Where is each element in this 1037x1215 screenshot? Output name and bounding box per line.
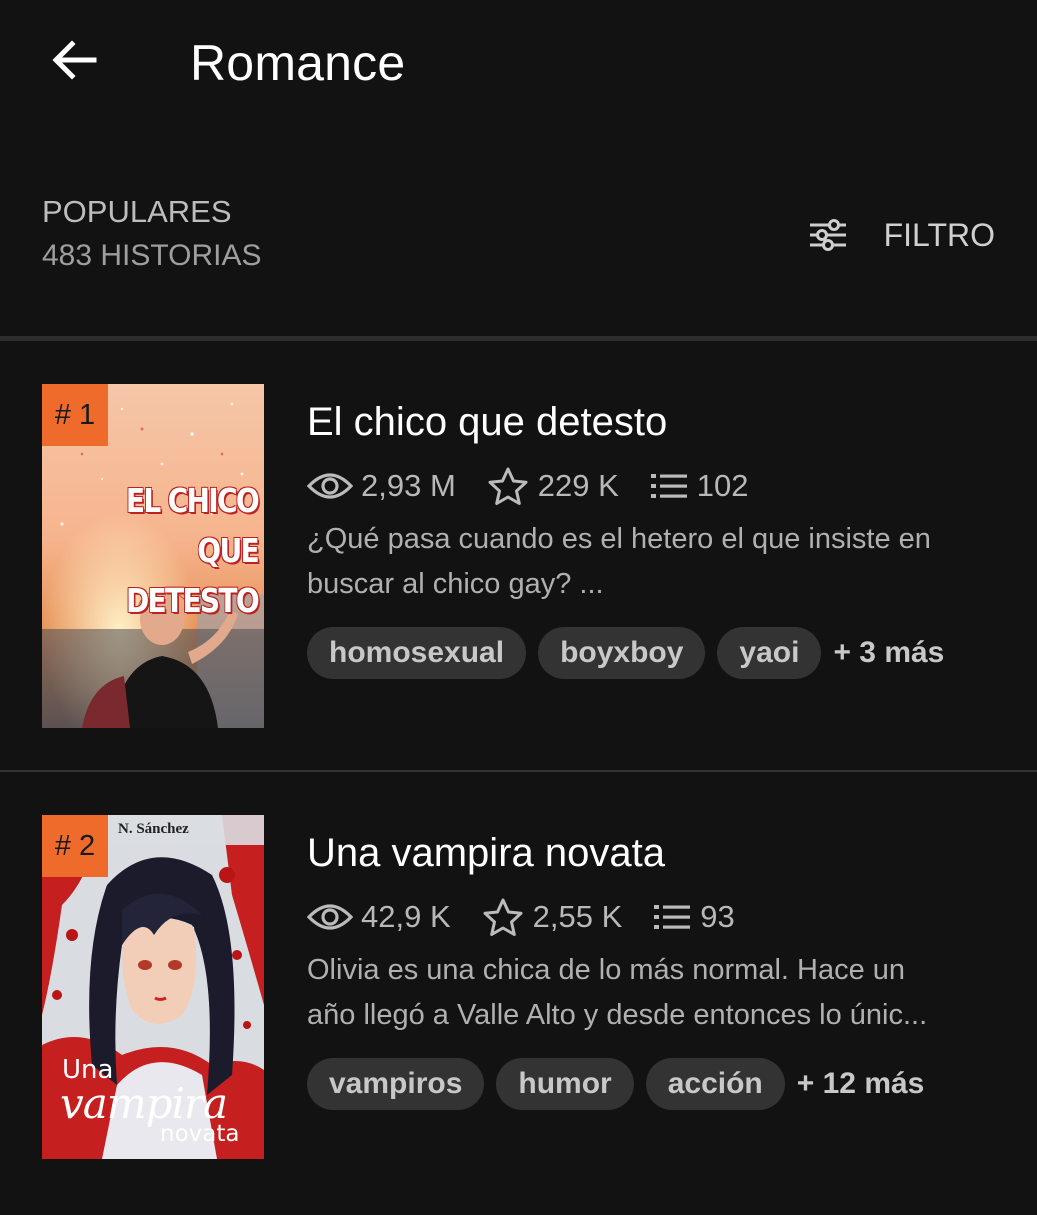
tag-chip[interactable]: homosexual (307, 627, 527, 679)
votes-count: 229 K (537, 468, 619, 503)
story-cover[interactable]: EL CHICO QUE DETESTO # 1 (42, 384, 264, 728)
star-icon (488, 467, 528, 505)
filter-button[interactable]: FILTRO (806, 210, 995, 260)
story-item[interactable]: N. Sánchez Una vampira novata # 2 Una va… (0, 815, 1037, 1215)
list-icon (650, 474, 687, 498)
parts-stat: 93 (652, 899, 735, 935)
cover-title: EL CHICO (125, 481, 260, 520)
story-stats: 42,9 K 2,55 K 93 (307, 897, 765, 937)
votes-count: 2,55 K (532, 899, 623, 934)
eye-icon (307, 904, 353, 930)
parts-stat: 102 (649, 468, 749, 504)
more-tags[interactable]: + 3 más (833, 636, 944, 670)
page-title: Romance (190, 35, 406, 91)
story-cover[interactable]: N. Sánchez Una vampira novata # 2 (42, 815, 264, 1159)
description-line: año llegó a Valle Alto y desde entonces … (307, 999, 928, 1031)
arrow-left-icon (52, 40, 97, 80)
parts-count: 102 (696, 468, 749, 503)
top-bar: Romance (0, 0, 1037, 130)
sliders-icon (809, 219, 846, 251)
cover-title: novata (160, 1121, 240, 1147)
reads-count: 42,9 K (361, 899, 451, 934)
reads-count: 2,93 M (361, 468, 456, 503)
parts-count: 93 (700, 899, 735, 934)
divider (0, 770, 1037, 772)
tag-chip[interactable]: humor (496, 1058, 634, 1110)
story-description: ¿Qué pasa cuando es el hetero el que ins… (307, 517, 997, 607)
story-stats: 2,93 M 229 K 102 (307, 466, 779, 506)
tag-chip[interactable]: boyxboy (538, 627, 706, 679)
story-title[interactable]: El chico que detesto (307, 400, 667, 445)
tag-chip[interactable]: vampiros (307, 1058, 485, 1110)
reads-stat: 42,9 K (307, 899, 451, 935)
sort-bar: POPULARES 483 HISTORIAS FILTRO (0, 180, 1037, 290)
description-line: Olivia es una chica de lo más normal. Ha… (307, 954, 906, 986)
cover-title: QUE DETESTO (125, 531, 260, 620)
rank-badge: # 2 (42, 815, 108, 877)
tag-list: vampiros humor acción + 12 más (307, 1058, 924, 1110)
list-icon (654, 905, 691, 929)
back-button[interactable] (44, 32, 104, 92)
reads-stat: 2,93 M (307, 468, 456, 504)
tag-list: homosexual boyxboy yaoi + 3 más (307, 627, 944, 679)
tag-chip[interactable]: yaoi (717, 627, 822, 679)
votes-stat: 229 K (486, 466, 619, 506)
divider (0, 336, 1037, 341)
story-count: 483 HISTORIAS (42, 239, 262, 272)
votes-stat: 2,55 K (481, 897, 623, 937)
cover-author: N. Sánchez (118, 821, 189, 837)
story-item[interactable]: EL CHICO QUE DETESTO # 1 El chico que de… (0, 384, 1037, 784)
more-tags[interactable]: + 12 más (797, 1067, 925, 1101)
eye-icon (307, 473, 353, 499)
description-line: buscar al chico gay? ... (307, 568, 604, 600)
story-description: Olivia es una chica de lo más normal. Ha… (307, 948, 997, 1038)
rank-badge: # 1 (42, 384, 108, 446)
story-title[interactable]: Una vampira novata (307, 831, 665, 876)
tag-chip[interactable]: acción (645, 1058, 785, 1110)
sort-label: POPULARES (42, 194, 232, 229)
description-line: ¿Qué pasa cuando es el hetero el que ins… (307, 523, 931, 555)
star-icon (483, 898, 523, 936)
filter-label: FILTRO (883, 216, 995, 253)
